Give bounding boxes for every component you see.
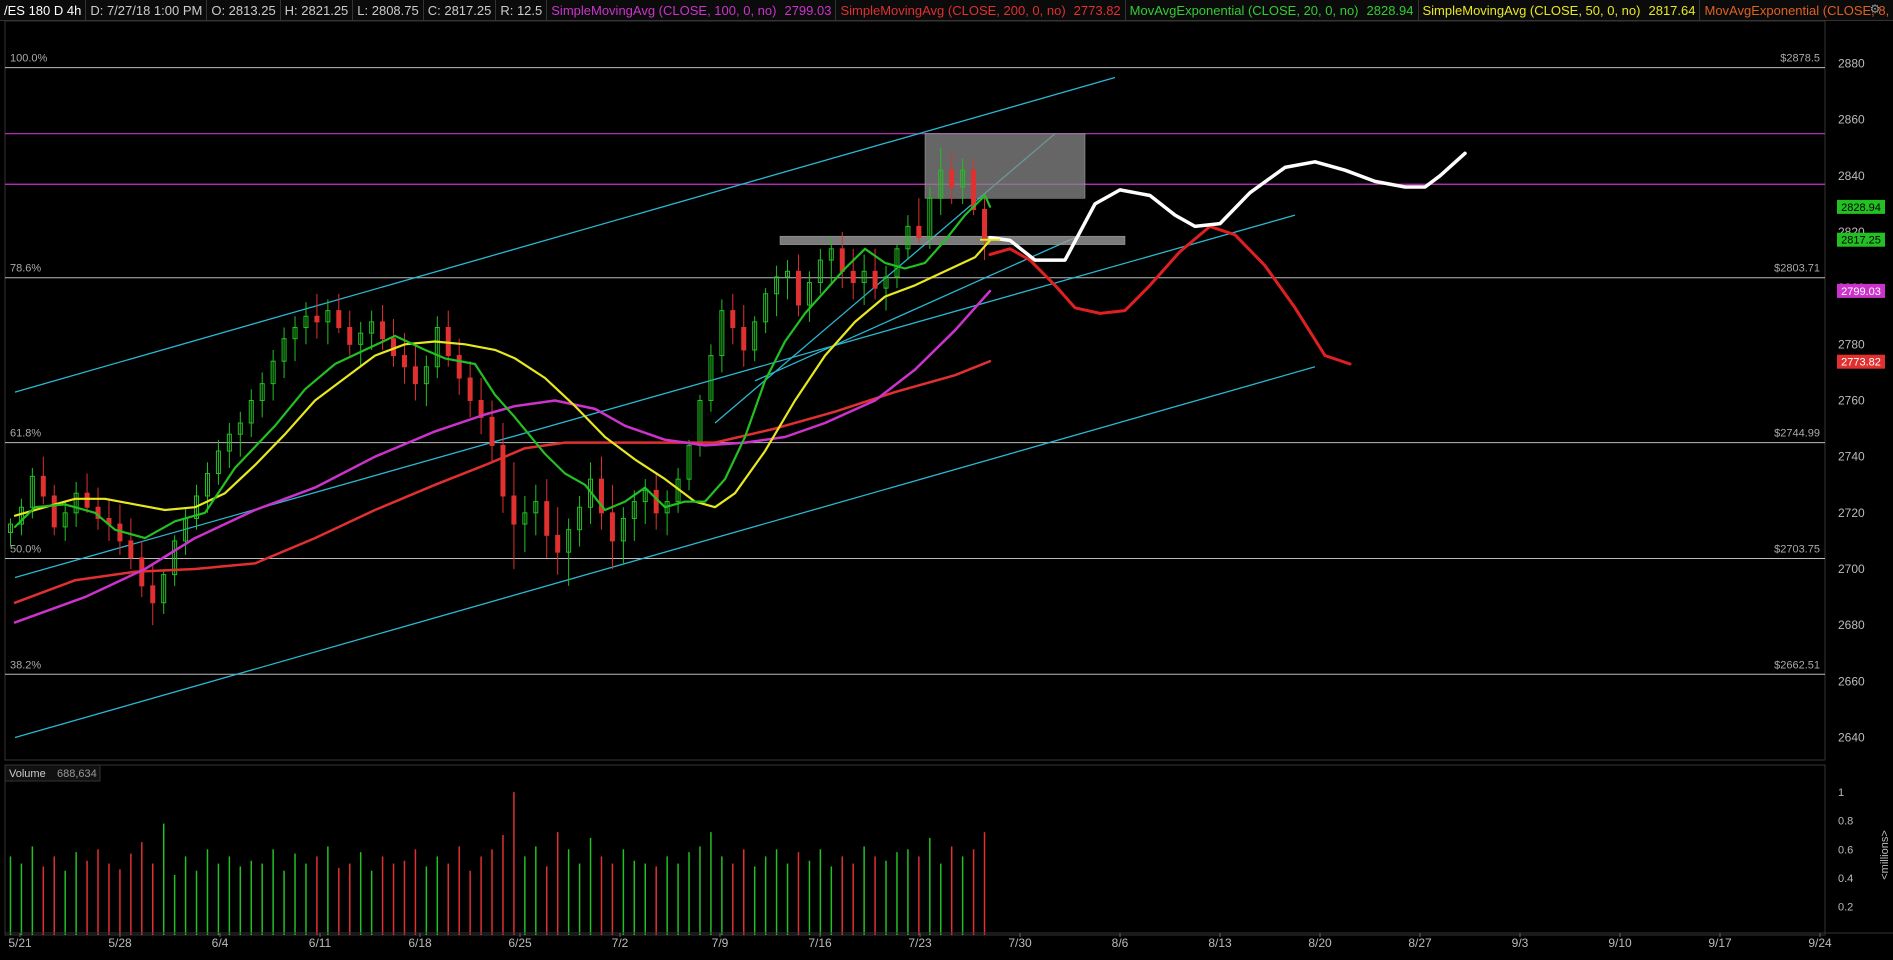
candle-body bbox=[982, 209, 988, 241]
fib-price-label: $2878.5 bbox=[1780, 53, 1820, 65]
price-chart[interactable]: 2640266026802700272027402760278028002820… bbox=[0, 0, 1893, 960]
candle-body bbox=[489, 416, 495, 446]
volume-unit-label: <millions> bbox=[1879, 830, 1891, 880]
candle-body bbox=[336, 310, 342, 328]
candle-body bbox=[150, 585, 156, 604]
x-tick-label: 9/17 bbox=[1708, 936, 1732, 950]
fib-percent-label: 78.6% bbox=[10, 263, 41, 275]
candle-body bbox=[511, 495, 517, 525]
price-badge-label: 2817.25 bbox=[1841, 235, 1881, 247]
x-tick-label: 9/24 bbox=[1808, 936, 1832, 950]
y-tick-label: 2880 bbox=[1838, 56, 1865, 70]
x-tick-label: 9/10 bbox=[1608, 936, 1632, 950]
volume-tick-label: 0.2 bbox=[1838, 901, 1853, 913]
candle-body bbox=[128, 540, 134, 559]
candle-body bbox=[741, 326, 747, 351]
x-tick-label: 5/21 bbox=[8, 936, 32, 950]
volume-pane-frame bbox=[4, 764, 1826, 936]
x-tick-label: 6/4 bbox=[212, 936, 229, 950]
candle-body bbox=[500, 444, 506, 497]
x-tick-label: 6/11 bbox=[309, 936, 332, 950]
fib-percent-label: 38.2% bbox=[10, 659, 41, 671]
candle-body bbox=[544, 501, 550, 536]
fib-price-label: $2703.75 bbox=[1774, 543, 1820, 555]
candle-body bbox=[314, 315, 320, 323]
y-tick-label: 2720 bbox=[1838, 506, 1865, 520]
fib-percent-label: 100.0% bbox=[10, 53, 48, 65]
volume-label: Volume bbox=[9, 768, 46, 780]
channel-line bbox=[14, 366, 1316, 739]
x-tick-label: 7/9 bbox=[712, 936, 729, 950]
candle-body bbox=[609, 512, 615, 542]
fib-price-label: $2662.51 bbox=[1774, 659, 1820, 671]
candle-body bbox=[555, 534, 561, 553]
volume-value: 688,634 bbox=[57, 768, 97, 780]
fib-price-label: $2744.99 bbox=[1774, 428, 1820, 440]
candle-body bbox=[401, 355, 407, 368]
volume-tick-label: 0.8 bbox=[1838, 816, 1853, 828]
candle-body bbox=[850, 270, 856, 284]
candle-body bbox=[412, 366, 418, 385]
y-tick-label: 2640 bbox=[1838, 731, 1865, 745]
x-tick-label: 6/18 bbox=[408, 936, 432, 950]
candle-body bbox=[40, 475, 46, 497]
y-tick-label: 2660 bbox=[1838, 674, 1865, 688]
volume-tick-label: 0.4 bbox=[1838, 873, 1853, 885]
y-tick-label: 2700 bbox=[1838, 562, 1865, 576]
price-pane-frame bbox=[4, 20, 1826, 761]
candle-body bbox=[949, 169, 955, 188]
fib-percent-label: 61.8% bbox=[10, 428, 41, 440]
candle-body bbox=[467, 377, 473, 401]
candle-body bbox=[653, 489, 659, 514]
x-tick-label: 9/3 bbox=[1512, 936, 1529, 950]
y-tick-label: 2860 bbox=[1838, 113, 1865, 127]
candle-body bbox=[347, 326, 353, 345]
candle-body bbox=[380, 321, 386, 340]
highlight-zone bbox=[924, 133, 1086, 199]
candle-body bbox=[84, 492, 90, 508]
y-tick-label: 2760 bbox=[1838, 394, 1865, 408]
x-tick-label: 7/2 bbox=[612, 936, 629, 950]
candle-body bbox=[730, 310, 736, 328]
candle-body bbox=[872, 270, 878, 289]
y-tick-label: 2840 bbox=[1838, 169, 1865, 183]
candle-body bbox=[916, 225, 922, 239]
x-tick-label: 8/27 bbox=[1408, 936, 1432, 950]
price-badge-label: 2773.82 bbox=[1841, 357, 1881, 369]
x-tick-label: 8/20 bbox=[1308, 936, 1332, 950]
x-tick-label: 8/6 bbox=[1112, 936, 1129, 950]
candle-body bbox=[971, 169, 977, 211]
price-badge-label: 2828.94 bbox=[1841, 202, 1881, 214]
y-tick-label: 2780 bbox=[1838, 337, 1865, 351]
candle-body bbox=[51, 495, 57, 528]
y-tick-label: 2740 bbox=[1838, 450, 1865, 464]
candle-body bbox=[839, 248, 845, 272]
candle-body bbox=[456, 355, 462, 379]
fib-price-label: $2803.71 bbox=[1774, 263, 1820, 275]
volume-tick-label: 1 bbox=[1838, 787, 1844, 799]
x-tick-label: 5/28 bbox=[108, 936, 132, 950]
candle-body bbox=[795, 270, 801, 306]
volume-tick-label: 0.6 bbox=[1838, 844, 1853, 856]
x-tick-label: 8/13 bbox=[1208, 936, 1232, 950]
channel-line bbox=[14, 214, 1296, 579]
x-tick-label: 7/16 bbox=[808, 936, 832, 950]
y-tick-label: 2680 bbox=[1838, 618, 1865, 632]
price-badge-label: 2799.03 bbox=[1841, 286, 1881, 298]
fib-percent-label: 50.0% bbox=[10, 543, 41, 555]
red-projection-line bbox=[988, 224, 1352, 366]
x-tick-label: 6/25 bbox=[508, 936, 532, 950]
x-tick-label: 7/30 bbox=[1008, 936, 1032, 950]
x-tick-label: 7/23 bbox=[908, 936, 932, 950]
